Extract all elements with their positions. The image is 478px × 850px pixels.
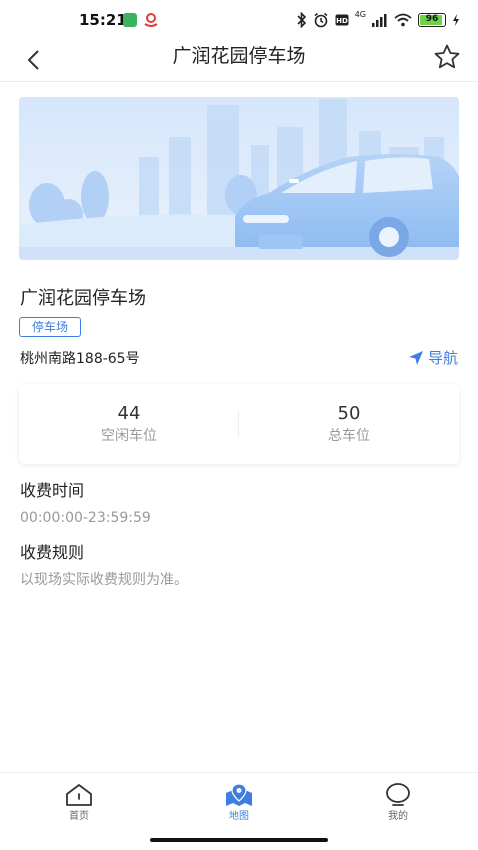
page-title: 广润花园停车场	[172, 45, 306, 67]
charging-icon	[453, 14, 459, 26]
free-spaces-value: 44	[117, 403, 141, 424]
favorite-button[interactable]	[430, 40, 464, 74]
tab-map-label: 地图	[229, 811, 249, 822]
parking-stats-card: 44 空闲车位 50 总车位	[19, 384, 459, 464]
battery-level: 96	[425, 14, 439, 24]
app-notification-icon	[123, 13, 137, 27]
total-spaces-stat: 50 总车位	[239, 384, 459, 464]
parking-lot-name: 广润花园停车场	[20, 288, 146, 309]
app-notification-icon	[144, 13, 158, 27]
status-time: 15:21	[79, 11, 127, 29]
total-spaces-value: 50	[337, 403, 361, 424]
network-label: 4G	[354, 10, 366, 19]
lot-address: 桃州南路188-65号	[20, 351, 140, 367]
fee-rules-value: 以现场实际收费规则为准。	[20, 572, 188, 588]
home-icon	[66, 784, 92, 806]
fee-time-title: 收费时间	[20, 481, 85, 500]
category-tag: 停车场	[19, 317, 82, 337]
status-bar: 15:21 HD 4G 96	[0, 0, 478, 38]
alarm-icon	[314, 12, 328, 28]
wifi-icon	[394, 13, 412, 27]
tab-profile[interactable]: 我的	[358, 783, 438, 824]
total-spaces-label: 总车位	[328, 428, 370, 444]
svg-text:HD: HD	[336, 17, 348, 25]
hd-icon: HD	[335, 14, 349, 26]
fee-rules-title: 收费规则	[20, 543, 85, 562]
profile-icon	[386, 783, 410, 806]
navigation-bar: 广润花园停车场	[0, 38, 478, 82]
parking-banner-illustration	[19, 97, 459, 260]
bluetooth-icon	[297, 12, 306, 28]
navigation-arrow-icon	[408, 351, 423, 365]
tab-home[interactable]: 首页	[39, 783, 119, 824]
free-spaces-label: 空闲车位	[101, 428, 157, 444]
battery-icon: 96	[418, 13, 446, 27]
tab-map[interactable]: 地图	[199, 783, 279, 824]
tab-home-label: 首页	[69, 811, 89, 822]
navigate-button[interactable]: 导航	[408, 349, 458, 367]
status-icons: HD 4G 96	[297, 11, 460, 29]
tab-profile-label: 我的	[388, 811, 408, 822]
fee-time-value: 00:00:00-23:59:59	[20, 510, 151, 526]
home-indicator[interactable]	[150, 838, 328, 842]
star-icon	[434, 44, 460, 69]
navigate-label: 导航	[427, 349, 458, 367]
free-spaces-stat: 44 空闲车位	[19, 384, 239, 464]
signal-icon	[372, 14, 387, 27]
car-illustration	[19, 97, 459, 260]
map-icon	[226, 783, 252, 806]
